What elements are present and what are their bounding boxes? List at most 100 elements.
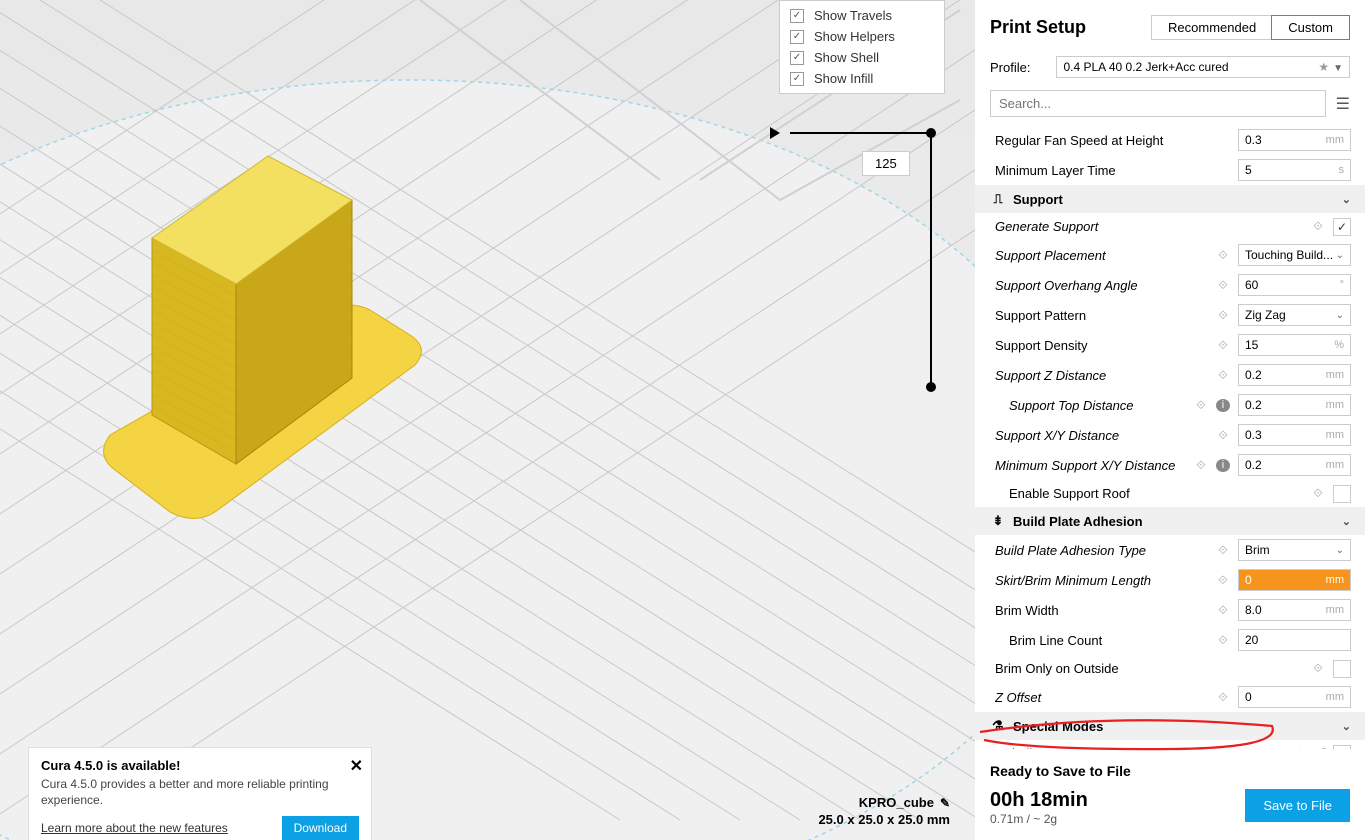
link-icon[interactable]: ⟐ xyxy=(1216,603,1230,618)
chevron-down-icon: ⌄ xyxy=(1336,250,1344,261)
download-button[interactable]: Download xyxy=(282,816,359,840)
topdist-input[interactable]: 0.2mm xyxy=(1238,394,1351,416)
link-icon[interactable]: ⟐ xyxy=(1216,338,1230,353)
link-icon[interactable]: ⟐ xyxy=(1216,368,1230,383)
roof-checkbox[interactable] xyxy=(1333,485,1351,503)
model-info: KPRO_cube ✎ 25.0 x 25.0 x 25.0 mm xyxy=(800,795,950,827)
model-name: KPRO_cube xyxy=(859,795,934,810)
legend-shell[interactable]: ✓Show Shell xyxy=(780,47,944,68)
gen-support-label: Generate Support xyxy=(995,219,1311,234)
link-icon[interactable]: ⟐ xyxy=(1216,308,1230,323)
chevron-down-icon: ▼ xyxy=(1333,63,1343,74)
link-icon[interactable]: ⟐ xyxy=(1216,248,1230,263)
vertical-slider-track[interactable] xyxy=(930,132,932,388)
slider-knob[interactable] xyxy=(926,382,936,392)
checkbox-icon[interactable]: ✓ xyxy=(790,9,804,23)
info-icon[interactable]: i xyxy=(1216,399,1230,412)
placement-label: Support Placement xyxy=(995,248,1216,263)
save-to-file-button[interactable]: Save to File xyxy=(1245,789,1350,822)
legend-infill[interactable]: ✓Show Infill xyxy=(780,68,944,89)
legend-helpers[interactable]: ✓Show Helpers xyxy=(780,26,944,47)
print-time: 00h 18min xyxy=(990,789,1088,812)
zdist-input[interactable]: 0.2mm xyxy=(1238,364,1351,386)
hamburger-icon[interactable]: ☰ xyxy=(1336,94,1350,114)
link-icon[interactable]: ⟐ xyxy=(1216,543,1230,558)
minxy-input[interactable]: 0.2mm xyxy=(1238,454,1351,476)
layer-slider[interactable]: 125 xyxy=(776,127,941,397)
brim-outside-checkbox[interactable] xyxy=(1333,660,1351,678)
setup-tabs: Recommended Custom xyxy=(1151,15,1350,40)
adh-type-select[interactable]: Brim⌄ xyxy=(1238,539,1351,561)
horizontal-slider-track[interactable] xyxy=(790,132,928,134)
update-notification: ✕ Cura 4.5.0 is available! Cura 4.5.0 pr… xyxy=(28,747,372,840)
link-icon[interactable]: ⟐ xyxy=(1216,633,1230,648)
brim-count-input[interactable]: 20 xyxy=(1238,629,1351,651)
close-icon[interactable]: ✕ xyxy=(350,756,363,776)
chevron-down-icon: ⌄ xyxy=(1342,720,1351,733)
ready-label: Ready to Save to File xyxy=(990,763,1350,779)
layer-legend: ✓Show Travels ✓Show Helpers ✓Show Shell … xyxy=(779,0,945,94)
link-icon[interactable]: ⟐ xyxy=(1311,219,1325,234)
tab-recommended[interactable]: Recommended xyxy=(1152,16,1272,39)
section-adhesion[interactable]: ⇟Build Plate Adhesion⌄ xyxy=(975,507,1365,535)
support-icon: ⎍ xyxy=(989,191,1007,207)
brim-count-label: Brim Line Count xyxy=(1009,633,1216,648)
layer-value-input[interactable]: 125 xyxy=(862,151,910,176)
chevron-down-icon: ⌄ xyxy=(1342,193,1351,206)
link-icon[interactable]: ⟐ xyxy=(1216,428,1230,443)
topdist-label: Support Top Distance xyxy=(1009,398,1194,413)
learn-more-link[interactable]: Learn more about the new features xyxy=(41,821,228,835)
edit-icon[interactable]: ✎ xyxy=(940,796,950,810)
panel-footer: Ready to Save to File 00h 18min 0.71m / … xyxy=(975,749,1365,840)
gen-support-checkbox[interactable]: ✓ xyxy=(1333,218,1351,236)
link-icon[interactable]: ⟐ xyxy=(1194,398,1208,413)
search-input[interactable] xyxy=(990,90,1326,117)
adh-type-label: Build Plate Adhesion Type xyxy=(995,543,1216,558)
skirt-len-label: Skirt/Brim Minimum Length xyxy=(995,573,1216,588)
brim-outside-label: Brim Only on Outside xyxy=(995,661,1311,676)
roof-label: Enable Support Roof xyxy=(1009,486,1311,501)
zoffset-input[interactable]: 0mm xyxy=(1238,686,1351,708)
brim-width-label: Brim Width xyxy=(995,603,1216,618)
link-icon[interactable]: ⟐ xyxy=(1194,458,1208,473)
play-icon[interactable] xyxy=(770,127,780,139)
brim-width-input[interactable]: 8.0mm xyxy=(1238,599,1351,621)
link-icon[interactable]: ⟐ xyxy=(1311,661,1325,676)
legend-travels[interactable]: ✓Show Travels xyxy=(780,5,944,26)
chevron-down-icon: ⌄ xyxy=(1336,545,1344,556)
info-icon[interactable]: i xyxy=(1216,459,1230,472)
panel-title: Print Setup xyxy=(990,17,1086,38)
3d-viewport[interactable]: ✓Show Travels ✓Show Helpers ✓Show Shell … xyxy=(0,0,975,840)
overhang-label: Support Overhang Angle xyxy=(995,278,1216,293)
link-icon[interactable]: ⟐ xyxy=(1311,486,1325,501)
link-icon[interactable]: ⟐ xyxy=(1216,573,1230,588)
section-support[interactable]: ⎍Support⌄ xyxy=(975,185,1365,213)
xydist-input[interactable]: 0.3mm xyxy=(1238,424,1351,446)
flask-icon: ⚗ xyxy=(989,718,1007,734)
settings-list[interactable]: Regular Fan Speed at Height 0.3mm Minimu… xyxy=(975,125,1365,749)
overhang-input[interactable]: 60° xyxy=(1238,274,1351,296)
model-dimensions: 25.0 x 25.0 x 25.0 mm xyxy=(800,812,950,827)
density-label: Support Density xyxy=(995,338,1216,353)
tab-custom[interactable]: Custom xyxy=(1271,15,1350,40)
min-layer-input[interactable]: 5s xyxy=(1238,159,1351,181)
chevron-down-icon: ⌄ xyxy=(1342,515,1351,528)
zoffset-label: Z Offset xyxy=(995,690,1216,705)
link-icon[interactable]: ⟐ xyxy=(1216,278,1230,293)
star-icon: ★ xyxy=(1318,60,1329,74)
fan-height-input[interactable]: 0.3mm xyxy=(1238,129,1351,151)
pattern-select[interactable]: Zig Zag⌄ xyxy=(1238,304,1351,326)
density-input[interactable]: 15% xyxy=(1238,334,1351,356)
checkbox-icon[interactable]: ✓ xyxy=(790,30,804,44)
profile-select[interactable]: 0.4 PLA 40 0.2 Jerk+Acc cured ★▼ xyxy=(1056,56,1350,78)
section-special[interactable]: ⚗Special Modes⌄ xyxy=(975,712,1365,740)
notif-body: Cura 4.5.0 provides a better and more re… xyxy=(41,777,359,808)
link-icon[interactable]: ⟐ xyxy=(1216,690,1230,705)
zdist-label: Support Z Distance xyxy=(995,368,1216,383)
placement-select[interactable]: Touching Build...⌄ xyxy=(1238,244,1351,266)
checkbox-icon[interactable]: ✓ xyxy=(790,72,804,86)
skirt-len-input[interactable]: 0mm xyxy=(1238,569,1351,591)
settings-panel: Print Setup Recommended Custom Profile: … xyxy=(975,0,1365,840)
checkbox-icon[interactable]: ✓ xyxy=(790,51,804,65)
profile-label: Profile: xyxy=(990,60,1030,75)
